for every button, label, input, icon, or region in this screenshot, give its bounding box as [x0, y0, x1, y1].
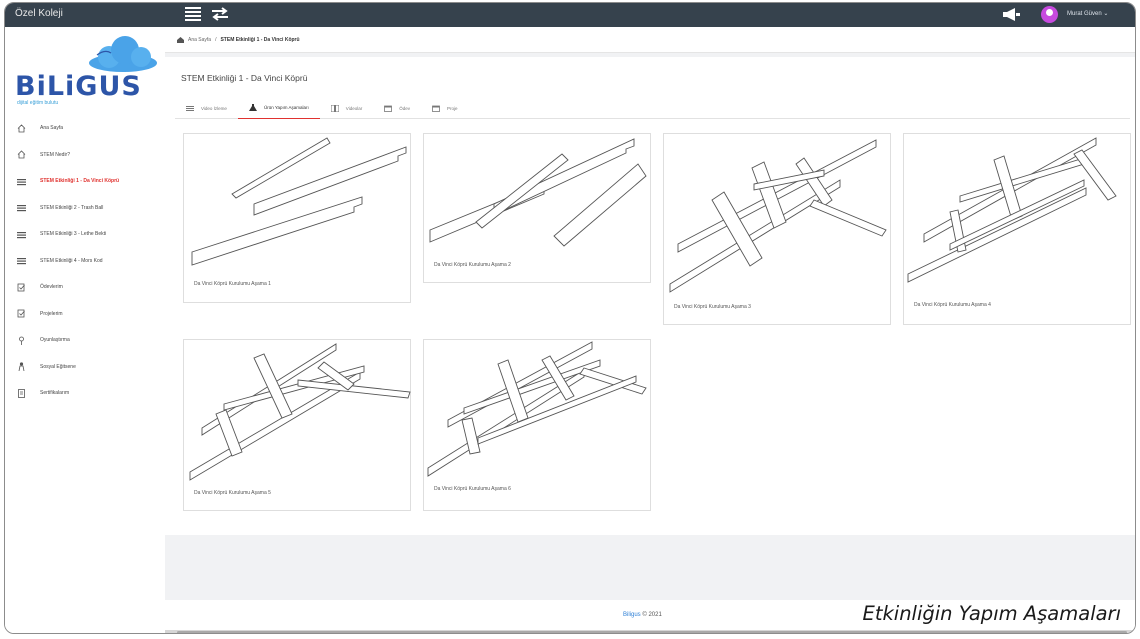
- sidebar-item-label: Ana Sayfa: [40, 125, 64, 132]
- sidebar-nav: Ana Sayfa STEM Nedir? STEM Etkinliği 1 -…: [5, 115, 165, 407]
- list-icon: [17, 205, 26, 212]
- tab-label: Video İzleme: [201, 105, 227, 111]
- stage-card-5[interactable]: Da Vinci Köprü Kurulumu Aşama 5: [183, 339, 411, 511]
- list-icon: [186, 105, 194, 111]
- sidebar-item-label: Oyunlaştırma: [40, 337, 70, 344]
- breadcrumb: Ana Sayfa / STEM Etkinliği 1 - Da Vinci …: [177, 37, 300, 43]
- footer-copyright-text: © 2021: [642, 612, 662, 618]
- sidebar-item-label: STEM Etkinliği 2 - Trash Ball: [40, 204, 104, 211]
- stage-card-1[interactable]: Da Vinci Köprü Kurulumu Aşama 1: [183, 133, 411, 303]
- tab-odev[interactable]: Ödev: [373, 97, 421, 119]
- sidebar-item-sertifikalarim[interactable]: Sertifikalarım: [5, 380, 165, 407]
- user-menu[interactable]: Murat Güven ⌄: [1067, 10, 1108, 17]
- figure-caption: Etkinliğin Yapım Aşamaları: [860, 602, 1123, 625]
- calendar-icon: [432, 105, 440, 112]
- home-icon[interactable]: [177, 37, 184, 43]
- sidebar-item-label: Ödevlerim: [40, 284, 63, 291]
- sidebar-item-label: Sertifikalarım: [40, 390, 70, 397]
- breadcrumb-current: STEM Etkinliği 1 - Da Vinci Köprü: [220, 37, 300, 43]
- sidebar-item-stem-4[interactable]: STEM Etkinliği 4 - Mors Kod: [5, 248, 165, 275]
- sidebar-item-projelerim[interactable]: Projelerim: [5, 301, 165, 328]
- scrollbar-thumb[interactable]: [177, 631, 1127, 633]
- sidebar-item-stem-3[interactable]: STEM Etkinliği 3 - Lethe Bekti: [5, 221, 165, 248]
- sidebar-item-label: Projelerim: [40, 310, 63, 317]
- tab-proje[interactable]: Proje: [421, 97, 469, 119]
- stage-card-4[interactable]: Da Vinci Köprü Kurulumu Aşama 4: [903, 133, 1131, 325]
- list-icon: [17, 258, 26, 265]
- brand-name: BiLiGUS: [15, 71, 142, 102]
- tab-videolar[interactable]: Videolar: [320, 97, 373, 119]
- main-content: Ana Sayfa / STEM Etkinliği 1 - Da Vinci …: [165, 27, 1135, 633]
- breadcrumb-separator: /: [215, 37, 217, 43]
- sidebar-item-label: STEM Etkinliği 1 - Da Vinci Köprü: [40, 178, 120, 185]
- film-icon: [330, 104, 339, 112]
- stage-caption-3: Da Vinci Köprü Kurulumu Aşama 3: [674, 304, 751, 310]
- tab-label: Videolar: [345, 105, 363, 111]
- pin-icon: [19, 336, 24, 345]
- app-title: Özel Koleji: [15, 8, 63, 19]
- sidebar: BiLiGUS dijital eğitim bulutu Ana Sayfa …: [5, 27, 165, 633]
- checklist-icon: [17, 309, 25, 318]
- list-icon: [17, 178, 26, 185]
- bridge-stage-2-image: [429, 138, 647, 247]
- app-window: Özel Koleji Murat Güven ⌄ BiLiGUS dijita: [4, 2, 1136, 634]
- bridge-stage-6-image: [427, 341, 647, 477]
- stage-caption-4: Da Vinci Köprü Kurulumu Aşama 4: [914, 302, 991, 308]
- home-icon: [17, 150, 26, 159]
- stage-caption-5: Da Vinci Köprü Kurulumu Aşama 5: [194, 490, 271, 496]
- footer-brand-link[interactable]: Biligus: [623, 612, 641, 618]
- sidebar-item-odevlerim[interactable]: Ödevlerim: [5, 274, 165, 301]
- bridge-stage-5-image: [189, 343, 411, 481]
- sidebar-item-stem-2[interactable]: STEM Etkinliği 2 - Trash Ball: [5, 195, 165, 222]
- stage-card-3[interactable]: Da Vinci Köprü Kurulumu Aşama 3: [663, 133, 891, 325]
- sidebar-item-ana-sayfa[interactable]: Ana Sayfa: [5, 115, 165, 142]
- breadcrumb-home[interactable]: Ana Sayfa: [188, 37, 211, 43]
- page-title: STEM Etkinliği 1 - Da Vinci Köprü: [181, 73, 308, 83]
- bridge-stage-3-image: [669, 139, 887, 293]
- content-panel: STEM Etkinliği 1 - Da Vinci Köprü Video …: [165, 57, 1135, 535]
- checklist-icon: [17, 283, 25, 292]
- menu-icon[interactable]: [185, 7, 201, 21]
- sidebar-item-sosyal[interactable]: Sosyal Eğitsene: [5, 354, 165, 381]
- person-icon: [18, 362, 25, 372]
- horizontal-scrollbar[interactable]: [165, 630, 1135, 633]
- top-bar: Özel Koleji Murat Güven ⌄: [5, 3, 1135, 27]
- swap-arrows-icon[interactable]: [211, 7, 229, 21]
- tab-urun-yapim-asamalari[interactable]: Ürün Yapım Aşamaları: [237, 97, 320, 119]
- stage-card-2[interactable]: Da Vinci Köprü Kurulumu Aşama 2: [423, 133, 651, 283]
- calendar-icon: [384, 105, 393, 112]
- sidebar-item-stem-1[interactable]: STEM Etkinliği 1 - Da Vinci Köprü: [5, 168, 165, 195]
- stage-caption-6: Da Vinci Köprü Kurulumu Aşama 6: [434, 486, 511, 492]
- sidebar-item-label: STEM Etkinliği 4 - Mors Kod: [40, 257, 103, 264]
- document-icon: [18, 388, 25, 398]
- stage-caption-1: Da Vinci Köprü Kurulumu Aşama 1: [194, 281, 271, 287]
- bridge-stage-1-image: [191, 137, 407, 266]
- sidebar-item-label: STEM Nedir?: [40, 151, 71, 158]
- sidebar-item-label: Sosyal Eğitsene: [40, 363, 76, 370]
- tab-label: Ürün Yapım Aşamaları: [263, 105, 309, 110]
- bridge-stage-4-image: [907, 137, 1117, 283]
- avatar[interactable]: [1041, 6, 1058, 23]
- tab-label: Ödev: [399, 105, 410, 111]
- sidebar-item-label: STEM Etkinliği 3 - Lethe Bekti: [40, 231, 107, 238]
- sidebar-item-oyunlastirma[interactable]: Oyunlaştırma: [5, 327, 165, 354]
- list-icon: [17, 231, 26, 238]
- announcement-icon[interactable]: [1001, 8, 1021, 21]
- stage-caption-2: Da Vinci Köprü Kurulumu Aşama 2: [434, 262, 511, 268]
- sidebar-item-stem-nedir[interactable]: STEM Nedir?: [5, 142, 165, 169]
- home-icon: [17, 124, 26, 133]
- flask-icon: [248, 104, 257, 111]
- cloud-icon: [89, 36, 157, 72]
- logo[interactable]: BiLiGUS dijital eğitim bulutu: [11, 33, 161, 106]
- stage-card-6[interactable]: Da Vinci Köprü Kurulumu Aşama 6: [423, 339, 651, 511]
- footer-copyright: Biligus © 2021: [623, 612, 662, 618]
- tab-video-izleme[interactable]: Video İzleme: [175, 97, 238, 119]
- tab-label: Proje: [447, 105, 458, 111]
- brand-tagline: dijital eğitim bulutu: [17, 100, 59, 106]
- tab-bar: Video İzleme Ürün Yapım Aşamaları Videol…: [175, 97, 1130, 119]
- breadcrumb-bar: Ana Sayfa / STEM Etkinliği 1 - Da Vinci …: [165, 27, 1135, 53]
